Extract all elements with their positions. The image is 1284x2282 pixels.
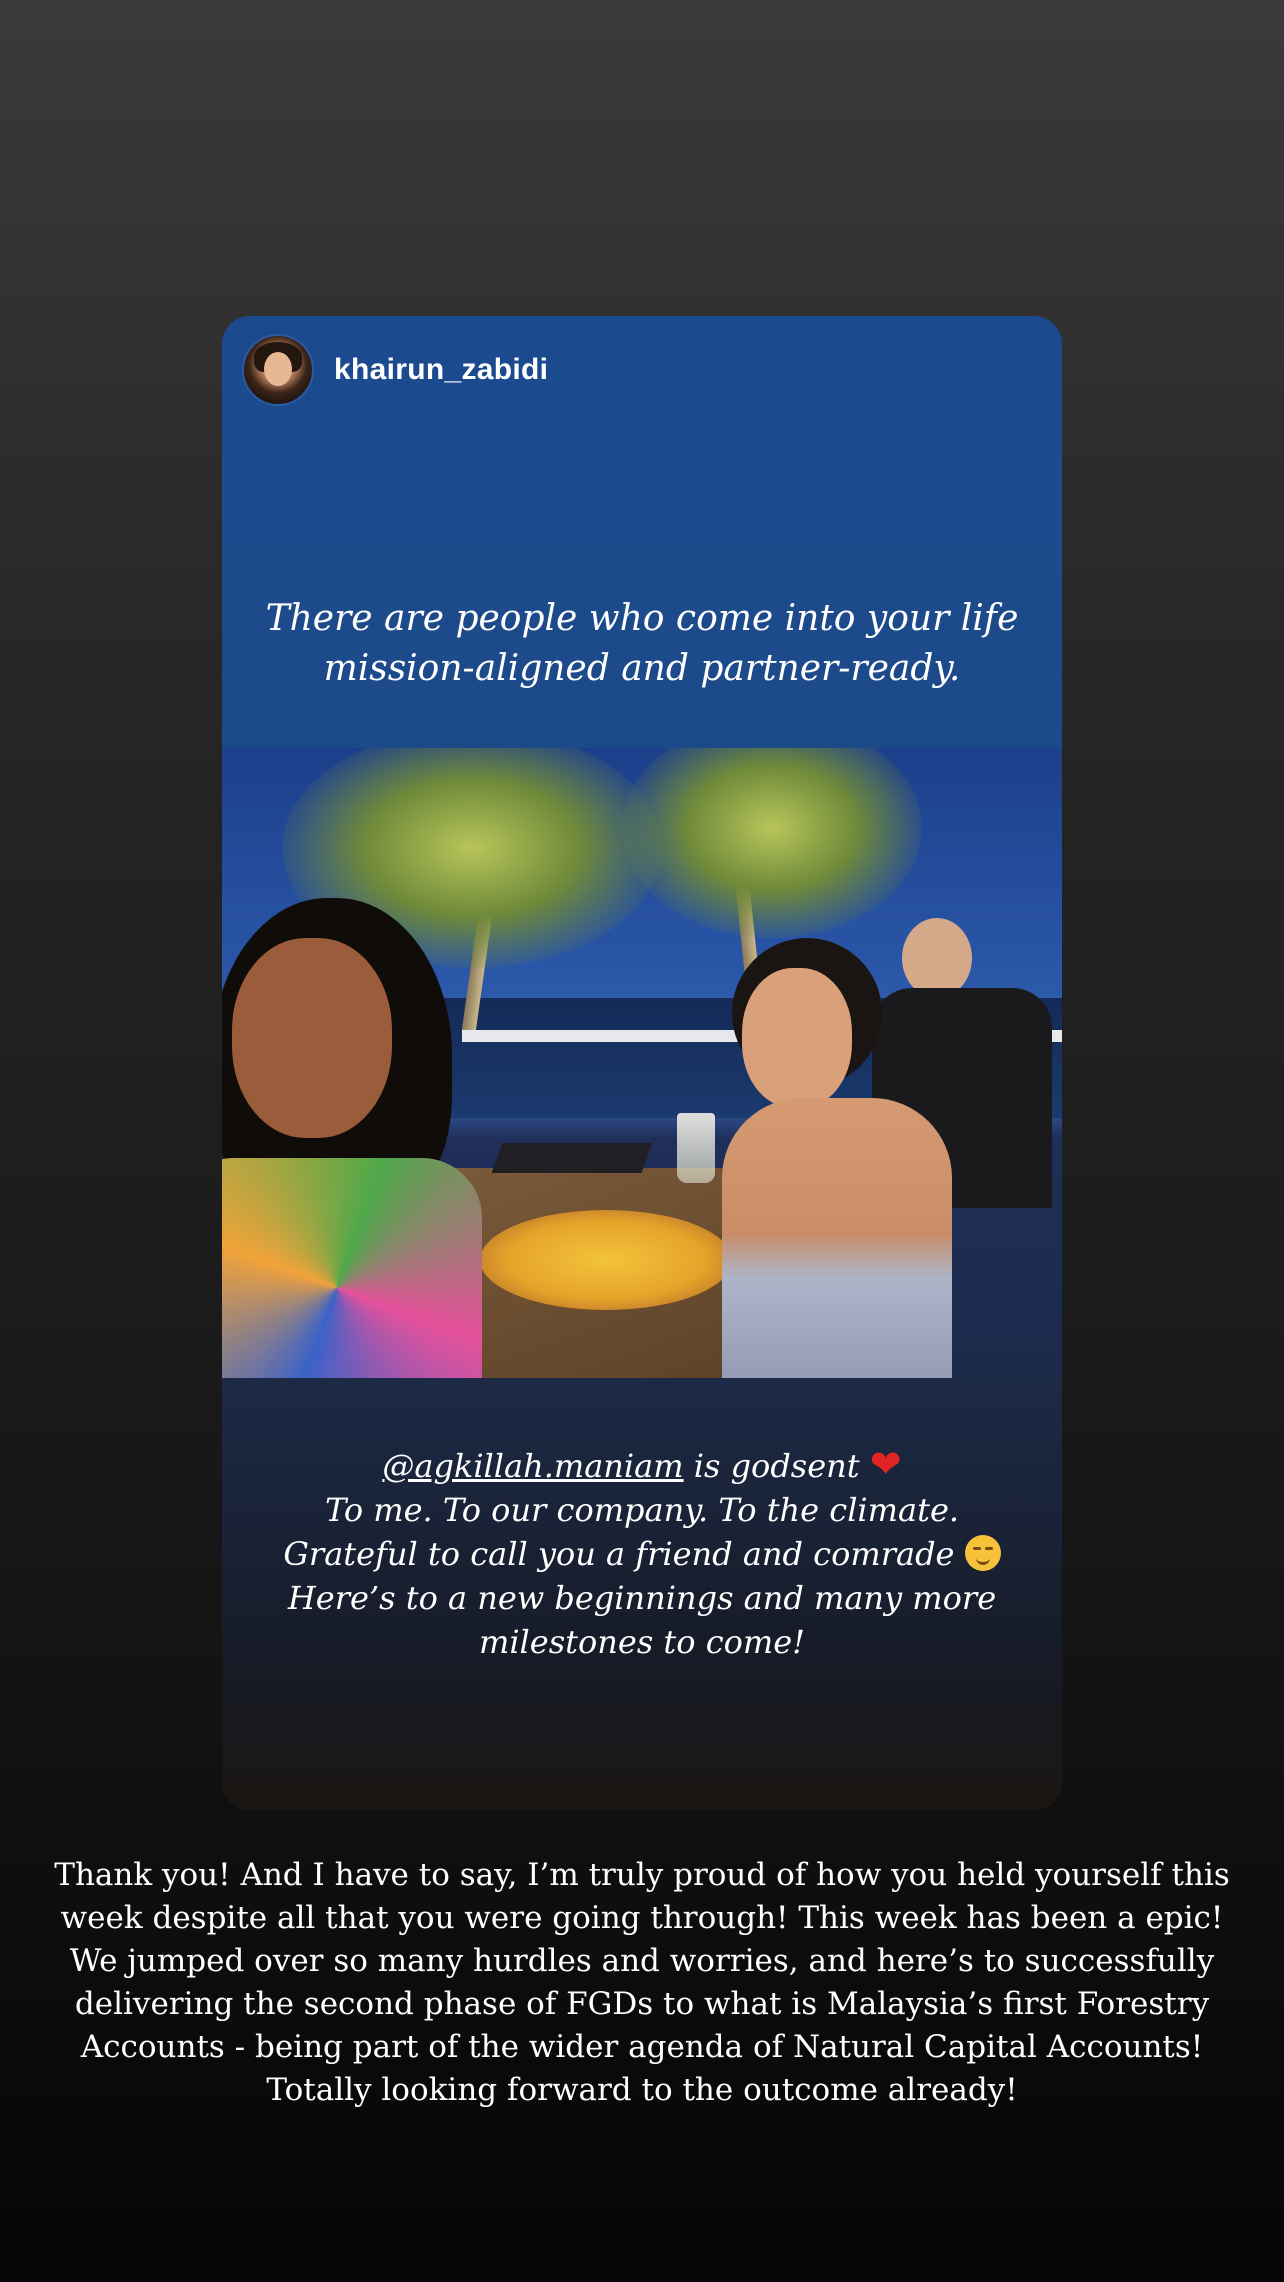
person-body (722, 1098, 952, 1378)
photo-pizza (480, 1210, 732, 1310)
story-top-quote: There are people who come into your life… (242, 594, 1042, 694)
top-quote-line-2: mission-aligned and partner-ready. (323, 648, 961, 689)
photo-person-right (702, 938, 1002, 1378)
bottom-quote-line-4: Here’s to a new beginnings and many more (287, 1579, 997, 1617)
reply-line-5: Accounts - being part of the wider agend… (80, 2029, 1204, 2065)
person-face (232, 938, 392, 1138)
story-photo (222, 748, 1062, 1378)
reply-line-4: delivering the second phase of FGDs to w… (74, 1986, 1210, 2022)
reply-line-3: We jumped over so many hurdles and worri… (69, 1943, 1215, 1979)
bottom-quote-line-3-text: Grateful to call you a friend and comrad… (283, 1535, 965, 1573)
bottom-quote-line-2: To me. To our company. To the climate. (324, 1491, 960, 1529)
story-reply-caption: Thank you! And I have to say, I’m truly … (40, 1854, 1244, 2112)
story-header[interactable]: khairun_zabidi (242, 334, 548, 406)
story-username[interactable]: khairun_zabidi (334, 353, 548, 387)
shared-story-card[interactable]: khairun_zabidi There are people who come… (222, 316, 1062, 1810)
mention-link[interactable]: @agkillah.maniam (382, 1447, 683, 1485)
avatar-face (264, 352, 292, 386)
reply-line-2: week despite all that you were going thr… (60, 1900, 1224, 1936)
bottom-quote-line-1: @agkillah.maniam is godsent ❤ (242, 1442, 1042, 1488)
photo-laptop (491, 1143, 653, 1173)
bottom-quote-line-5: milestones to come! (478, 1623, 806, 1661)
story-bottom-quote: @agkillah.maniam is godsent ❤ To me. To … (242, 1442, 1042, 1664)
top-quote-line-1: There are people who come into your life (265, 598, 1019, 639)
heart-icon: ❤ (869, 1442, 902, 1486)
reply-line-1: Thank you! And I have to say, I’m truly … (54, 1857, 1230, 1893)
photo-person-left (222, 898, 482, 1378)
bottom-quote-line-1-text: is godsent (683, 1447, 870, 1485)
smiling-face-icon (964, 1535, 1001, 1571)
palm-leaves-2 (622, 748, 922, 938)
profile-avatar[interactable] (242, 334, 314, 406)
bottom-quote-line-3: Grateful to call you a friend and comrad… (242, 1532, 1042, 1576)
reply-line-6: Totally looking forward to the outcome a… (266, 2072, 1018, 2108)
person-face (742, 968, 852, 1108)
person-dress (222, 1158, 482, 1378)
